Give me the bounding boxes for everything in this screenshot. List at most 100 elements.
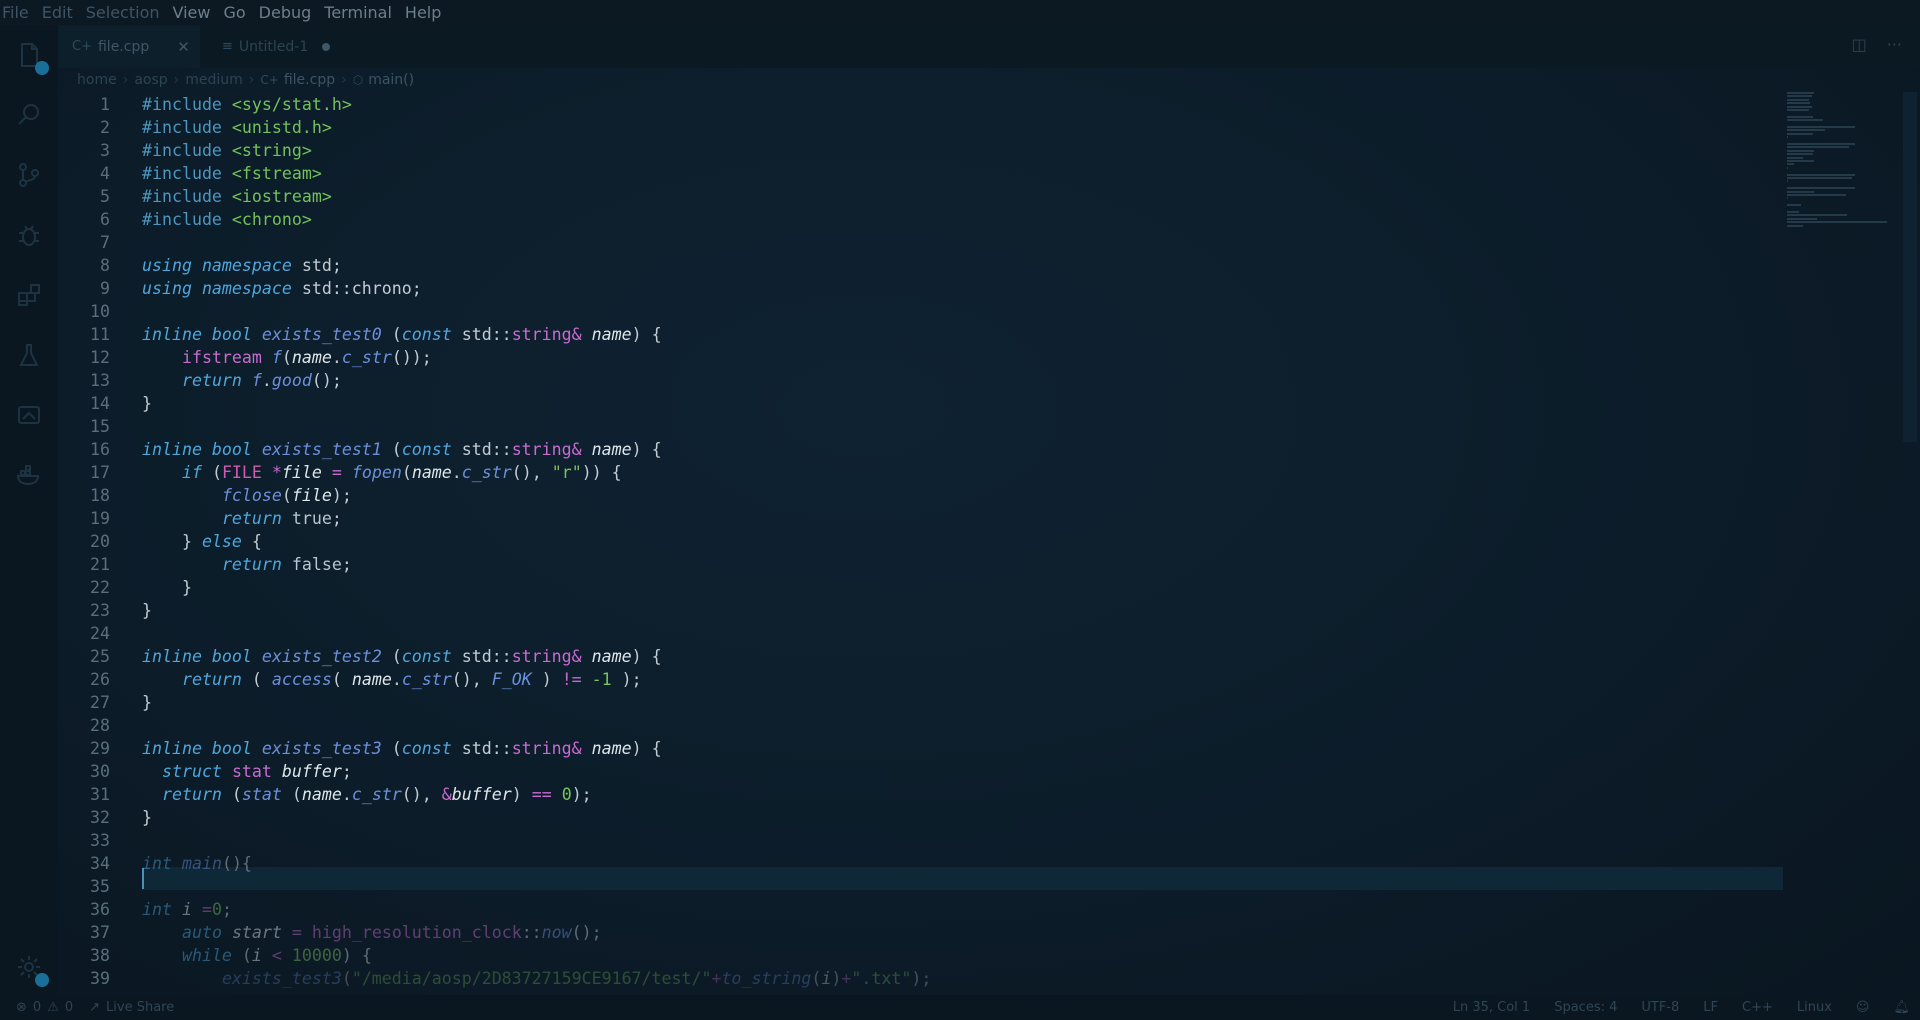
breadcrumb-item[interactable]: home	[77, 72, 117, 88]
indentation[interactable]: Spaces: 4	[1554, 1000, 1617, 1015]
code-token: (	[221, 785, 242, 804]
code-line[interactable]: auto start = high_resolution_clock::now(…	[142, 921, 602, 944]
minimap-line	[1787, 95, 1812, 98]
menu-help[interactable]: Help	[399, 3, 448, 22]
code-line[interactable]: #include <unistd.h>	[142, 116, 332, 139]
files-icon[interactable]	[13, 39, 49, 75]
minimap[interactable]	[1783, 92, 1903, 242]
menu-go[interactable]: Go	[217, 3, 252, 22]
tab-untitled-1[interactable]: ≡ Untitled-1	[200, 25, 340, 68]
warning-icon[interactable]: ⚠	[47, 1000, 59, 1015]
code-line[interactable]: ifstream f(name.c_str());	[142, 346, 432, 369]
minimap-line	[1787, 166, 1789, 169]
encoding[interactable]: UTF-8	[1641, 1000, 1679, 1015]
code-token: (),	[451, 670, 492, 689]
menu-edit[interactable]: Edit	[36, 3, 80, 22]
code-line[interactable]: using namespace std::chrono;	[142, 277, 422, 300]
menu-selection[interactable]: Selection	[80, 3, 167, 22]
settings-icon[interactable]	[13, 951, 49, 987]
line-number: 10	[90, 302, 110, 321]
language-mode[interactable]: C++	[1742, 1000, 1773, 1015]
docker-icon[interactable]	[13, 459, 45, 491]
menu-terminal[interactable]: Terminal	[318, 3, 399, 22]
code-line[interactable]: #include <iostream>	[142, 185, 332, 208]
end-of-line[interactable]: LF	[1703, 1000, 1718, 1015]
menu-view[interactable]: View	[167, 3, 218, 22]
debug-icon[interactable]	[13, 219, 45, 251]
code-line[interactable]: inline bool exists_test2 (const std::str…	[142, 645, 662, 668]
code-line[interactable]: } else {	[142, 530, 262, 553]
close-icon[interactable]: ✕	[177, 38, 190, 56]
menu-file[interactable]: File	[0, 3, 36, 22]
error-count[interactable]: 0	[33, 1000, 41, 1015]
code-line[interactable]: fclose(file);	[142, 484, 352, 507]
split-editor-icon[interactable]: ◫	[1852, 35, 1867, 54]
breadcrumb-item[interactable]: medium	[185, 72, 243, 88]
notifications-icon[interactable]: 🔔︎	[1893, 1000, 1910, 1015]
code-line[interactable]: return (stat (name.c_str(), &buffer) == …	[142, 783, 592, 806]
warning-count[interactable]: 0	[65, 1000, 73, 1015]
code-line[interactable]: exists_test3("/media/aosp/2D83727159CE91…	[142, 967, 931, 990]
code-editor[interactable]: 1 #include <sys/stat.h> 2 #include <unistd.…	[58, 92, 1783, 992]
code-line[interactable]: i++;	[142, 990, 262, 992]
code-line[interactable]: if (FILE *file = fopen(name.c_str(), "r"…	[142, 461, 622, 484]
code-token: int	[142, 854, 172, 873]
code-line[interactable]: inline bool exists_test1 (const std::str…	[142, 438, 662, 461]
tab-file-cpp[interactable]: C+ file.cpp ✕	[58, 25, 200, 68]
code-line[interactable]: return false;	[142, 553, 352, 576]
cursor-position[interactable]: Ln 35, Col 1	[1453, 1000, 1530, 1015]
code-line[interactable]: struct stat buffer;	[142, 760, 352, 783]
os-label[interactable]: Linux	[1797, 1000, 1832, 1015]
code-line[interactable]: int i =0;	[142, 898, 232, 921]
minimap-line	[1787, 105, 1812, 108]
code-token: "/media/aosp/2D83727159CE9167/test/"	[351, 969, 712, 988]
code-line[interactable]: #include <string>	[142, 139, 312, 162]
test-flask-icon[interactable]	[13, 339, 45, 371]
code-token: *	[271, 463, 282, 482]
code-line[interactable]: }	[142, 691, 152, 714]
code-line[interactable]: }	[142, 392, 152, 415]
error-icon[interactable]: ⊗	[16, 1000, 27, 1015]
live-share-icon[interactable]: ↗	[89, 1000, 100, 1015]
code-line[interactable]: while (i < 10000) {	[142, 944, 372, 967]
vertical-scrollbar[interactable]	[1903, 92, 1917, 442]
code-line[interactable]: #include <fstream>	[142, 162, 322, 185]
code-line[interactable]: using namespace std;	[142, 254, 342, 277]
code-line[interactable]: inline bool exists_test0 (const std::str…	[142, 323, 662, 346]
code-line[interactable]: }	[142, 576, 192, 599]
code-line[interactable]: return true;	[142, 507, 342, 530]
code-token: ;	[221, 900, 232, 919]
line-number: 23	[90, 601, 110, 620]
search-icon[interactable]	[13, 99, 45, 131]
live-share-label[interactable]: Live Share	[106, 1000, 174, 1015]
code-token: (	[281, 785, 302, 804]
source-control-icon[interactable]	[13, 159, 45, 191]
more-actions-icon[interactable]: ···	[1887, 35, 1902, 54]
code-line[interactable]: #include <chrono>	[142, 208, 312, 231]
breadcrumb-item[interactable]: aosp	[134, 72, 167, 88]
line-number: 38	[90, 946, 110, 965]
menu-debug[interactable]: Debug	[253, 3, 319, 22]
code-line[interactable]: }	[142, 806, 152, 829]
line-number: 35	[90, 877, 110, 896]
code-token: string	[511, 739, 572, 758]
code-line[interactable]: inline bool exists_test3 (const std::str…	[142, 737, 662, 760]
code-token: const	[401, 647, 452, 666]
code-token: file	[281, 463, 322, 482]
code-line[interactable]: }	[142, 599, 152, 622]
code-line[interactable]: return ( access( name.c_str(), F_OK ) !=…	[142, 668, 642, 691]
extensions-icon[interactable]	[13, 279, 45, 311]
code-line[interactable]: return f.good();	[142, 369, 342, 392]
breadcrumb-file[interactable]: file.cpp	[284, 72, 335, 88]
breadcrumb-symbol[interactable]: main()	[368, 72, 414, 88]
feedback-icon[interactable]: ☺	[1856, 1000, 1870, 1015]
code-line[interactable]: #include <sys/stat.h>	[142, 93, 352, 116]
line-number: 7	[100, 233, 110, 252]
remote-icon[interactable]	[13, 399, 45, 431]
code-line[interactable]: int main(){	[142, 852, 252, 875]
